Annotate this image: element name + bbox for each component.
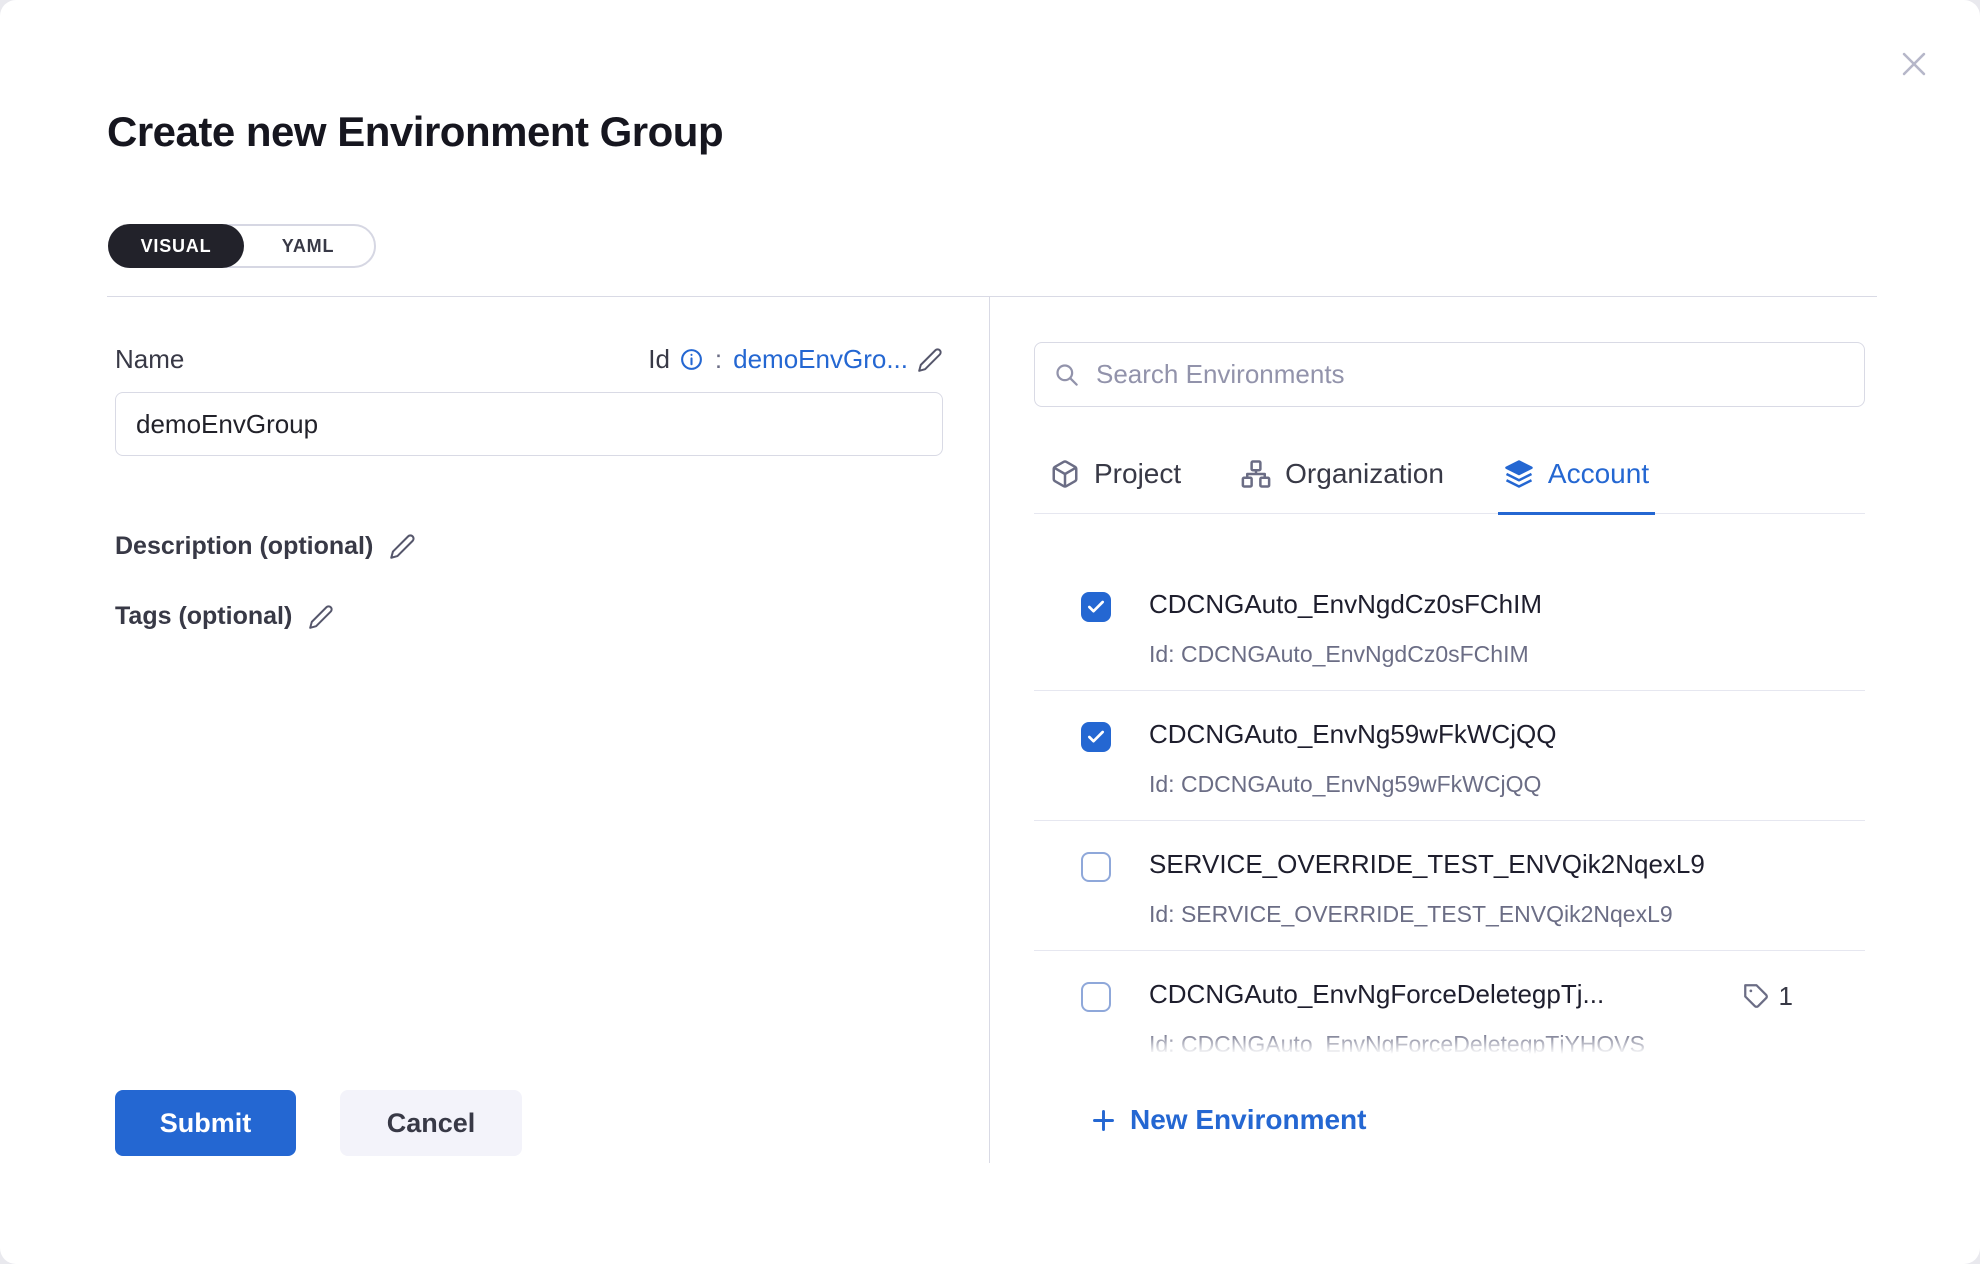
search-input[interactable] bbox=[1096, 359, 1846, 390]
close-button[interactable] bbox=[1894, 44, 1934, 84]
id-value-link[interactable]: demoEnvGro... bbox=[733, 344, 908, 375]
environment-id: Id: CDCNGAuto_EnvNgForceDeletegpTjYHOVS bbox=[1149, 1031, 1743, 1054]
visual-yaml-toggle: VISUAL YAML bbox=[108, 224, 376, 268]
name-input[interactable] bbox=[115, 392, 943, 456]
new-environment-label: New Environment bbox=[1130, 1104, 1366, 1136]
tab-organization[interactable]: Organization bbox=[1235, 436, 1450, 515]
create-environment-group-dialog: Create new Environment Group VISUAL YAML… bbox=[0, 0, 1980, 1264]
checkbox-checked[interactable] bbox=[1081, 722, 1111, 752]
environment-id: Id: CDCNGAuto_EnvNg59wFkWCjQQ bbox=[1149, 771, 1865, 798]
environment-name: SERVICE_OVERRIDE_TEST_ENVQik2NqexL9 bbox=[1149, 849, 1865, 880]
tab-project[interactable]: Project bbox=[1044, 436, 1187, 515]
name-label: Name bbox=[115, 344, 184, 375]
environment-row[interactable]: CDCNGAuto_EnvNgForceDeletegpTj... Id: CD… bbox=[1034, 951, 1865, 1054]
tag-count-badge: 1 bbox=[1743, 981, 1793, 1012]
environment-text: CDCNGAuto_EnvNgForceDeletegpTj... Id: CD… bbox=[1149, 979, 1743, 1054]
vertical-divider bbox=[989, 297, 990, 1163]
cancel-button[interactable]: Cancel bbox=[340, 1090, 522, 1156]
environment-name: CDCNGAuto_EnvNgdCz0sFChIM bbox=[1149, 589, 1865, 620]
description-label: Description (optional) bbox=[115, 532, 373, 561]
tags-label: Tags (optional) bbox=[115, 602, 292, 631]
dialog-title: Create new Environment Group bbox=[107, 108, 723, 156]
check-icon bbox=[1086, 597, 1106, 617]
tab-organization-label: Organization bbox=[1285, 458, 1444, 490]
tab-account-label: Account bbox=[1548, 458, 1649, 490]
id-colon: : bbox=[715, 344, 722, 375]
page: Create new Environment Group VISUAL YAML… bbox=[0, 0, 1980, 1264]
search-icon bbox=[1053, 361, 1080, 388]
environment-text: CDCNGAuto_EnvNgdCz0sFChIM Id: CDCNGAuto_… bbox=[1149, 589, 1865, 668]
environment-id: Id: SERVICE_OVERRIDE_TEST_ENVQik2NqexL9 bbox=[1149, 901, 1865, 928]
toggle-yaml[interactable]: YAML bbox=[242, 226, 374, 266]
toggle-visual[interactable]: VISUAL bbox=[108, 224, 244, 268]
checkbox-checked[interactable] bbox=[1081, 592, 1111, 622]
layers-icon bbox=[1504, 459, 1534, 489]
dialog-actions: Submit Cancel bbox=[115, 1090, 522, 1156]
org-chart-icon bbox=[1241, 459, 1271, 489]
check-icon bbox=[1086, 727, 1106, 747]
edit-tags-pencil-icon[interactable] bbox=[308, 604, 334, 630]
close-icon bbox=[1897, 47, 1931, 81]
tab-account[interactable]: Account bbox=[1498, 436, 1655, 515]
submit-button[interactable]: Submit bbox=[115, 1090, 296, 1156]
checkbox-unchecked[interactable] bbox=[1081, 852, 1111, 882]
name-row: Name Id : demoEnvGro... bbox=[115, 344, 943, 375]
environment-id: Id: CDCNGAuto_EnvNgdCz0sFChIM bbox=[1149, 641, 1865, 668]
tags-section: Tags (optional) bbox=[115, 602, 334, 631]
cube-icon bbox=[1050, 459, 1080, 489]
environment-text: SERVICE_OVERRIDE_TEST_ENVQik2NqexL9 Id: … bbox=[1149, 849, 1865, 928]
tag-count: 1 bbox=[1779, 981, 1793, 1012]
edit-description-pencil-icon[interactable] bbox=[389, 533, 416, 560]
new-environment-button[interactable]: New Environment bbox=[1090, 1104, 1366, 1136]
environment-text: CDCNGAuto_EnvNg59wFkWCjQQ Id: CDCNGAuto_… bbox=[1149, 719, 1865, 798]
environment-name: CDCNGAuto_EnvNg59wFkWCjQQ bbox=[1149, 719, 1865, 750]
environment-row[interactable]: SERVICE_OVERRIDE_TEST_ENVQik2NqexL9 Id: … bbox=[1034, 821, 1865, 951]
environment-name: CDCNGAuto_EnvNgForceDeletegpTj... bbox=[1149, 979, 1743, 1010]
environment-row[interactable]: CDCNGAuto_EnvNg59wFkWCjQQ Id: CDCNGAuto_… bbox=[1034, 691, 1865, 821]
tab-project-label: Project bbox=[1094, 458, 1181, 490]
tag-icon bbox=[1743, 983, 1770, 1010]
scope-tabs: Project Organization Account bbox=[1034, 436, 1865, 514]
id-cluster: Id : demoEnvGro... bbox=[648, 344, 943, 375]
id-label: Id bbox=[648, 344, 670, 375]
checkbox-unchecked[interactable] bbox=[1081, 982, 1111, 1012]
plus-icon bbox=[1090, 1107, 1117, 1134]
id-info-icon[interactable] bbox=[679, 347, 704, 372]
environment-search bbox=[1034, 342, 1865, 407]
horizontal-divider bbox=[107, 296, 1877, 297]
edit-id-pencil-icon[interactable] bbox=[917, 347, 943, 373]
environment-row[interactable]: CDCNGAuto_EnvNgdCz0sFChIM Id: CDCNGAuto_… bbox=[1034, 561, 1865, 691]
description-section: Description (optional) bbox=[115, 532, 416, 561]
environment-list: CDCNGAuto_EnvNgdCz0sFChIM Id: CDCNGAuto_… bbox=[1034, 515, 1865, 1054]
